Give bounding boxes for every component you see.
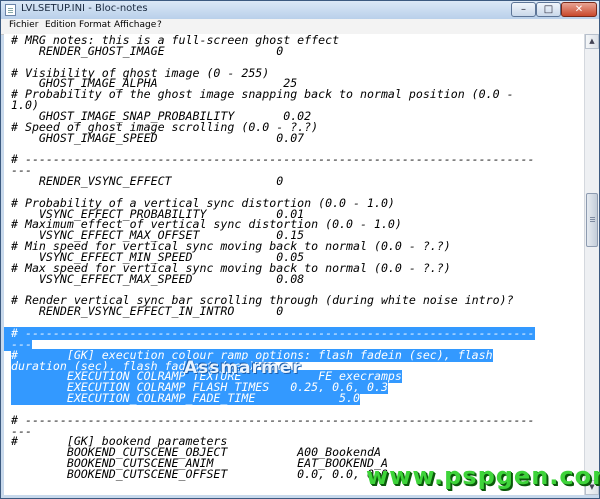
notepad-icon[interactable] <box>5 4 16 16</box>
notepad-window: LVLSETUP.INI - Bloc-notes – □ ✕ Fichier … <box>0 0 600 499</box>
editor-line[interactable]: RENDER_VSYNC_EFFECT_IN_INTRO 0 <box>11 305 283 318</box>
grip-icon <box>590 217 595 218</box>
text-editor[interactable]: # MRG notes: this is a full-screen ghost… <box>4 34 584 495</box>
menu-bar: Fichier Edition Format Affichage ? <box>1 19 599 35</box>
scroll-thumb[interactable] <box>586 193 598 247</box>
editor-line[interactable]: # --------------------------------------… <box>4 326 535 340</box>
menu-affichage[interactable]: Affichage <box>114 20 156 30</box>
menu-edition[interactable]: Edition <box>45 20 76 30</box>
vertical-scrollbar[interactable]: ▲ ▼ <box>584 34 599 495</box>
watermark-assmarmer: Assmarmer <box>184 358 302 378</box>
watermark-pspgen: www.pspgen.com <box>366 462 600 490</box>
title-bar[interactable]: LVLSETUP.INI - Bloc-notes – □ ✕ <box>1 1 599 19</box>
editor-line[interactable]: # --------------------------------------… <box>11 413 535 427</box>
menu-format[interactable]: Format <box>79 20 111 30</box>
menu-fichier[interactable]: Fichier <box>9 20 38 30</box>
editor-line[interactable]: EXECUTION_COLRAMP_FADE_TIME 5.0 <box>11 392 361 406</box>
window-title: LVLSETUP.INI - Bloc-notes <box>21 3 148 14</box>
maximize-button[interactable]: □ <box>536 2 561 17</box>
minimize-button[interactable]: – <box>511 2 536 17</box>
editor-line[interactable]: RENDER_VSYNC_EFFECT 0 <box>11 175 283 188</box>
scroll-up-button[interactable]: ▲ <box>585 34 599 49</box>
close-button[interactable]: ✕ <box>561 2 597 17</box>
editor-line[interactable]: GHOST_IMAGE_SPEED 0.07 <box>11 131 304 145</box>
editor-line[interactable]: BOOKEND_CUTSCENE_OFFSET 0.0, 0.0, 0.0 <box>11 468 388 481</box>
editor-line[interactable]: VSYNC_EFFECT_MAX_SPEED 0.08 <box>11 272 304 286</box>
editor-line[interactable]: # Probability of the ghost image snappin… <box>11 88 514 101</box>
editor-line[interactable]: RENDER_GHOST_IMAGE 0 <box>11 44 283 58</box>
menu-help[interactable]: ? <box>157 20 162 30</box>
editor-line[interactable]: # --------------------------------------… <box>11 153 535 166</box>
